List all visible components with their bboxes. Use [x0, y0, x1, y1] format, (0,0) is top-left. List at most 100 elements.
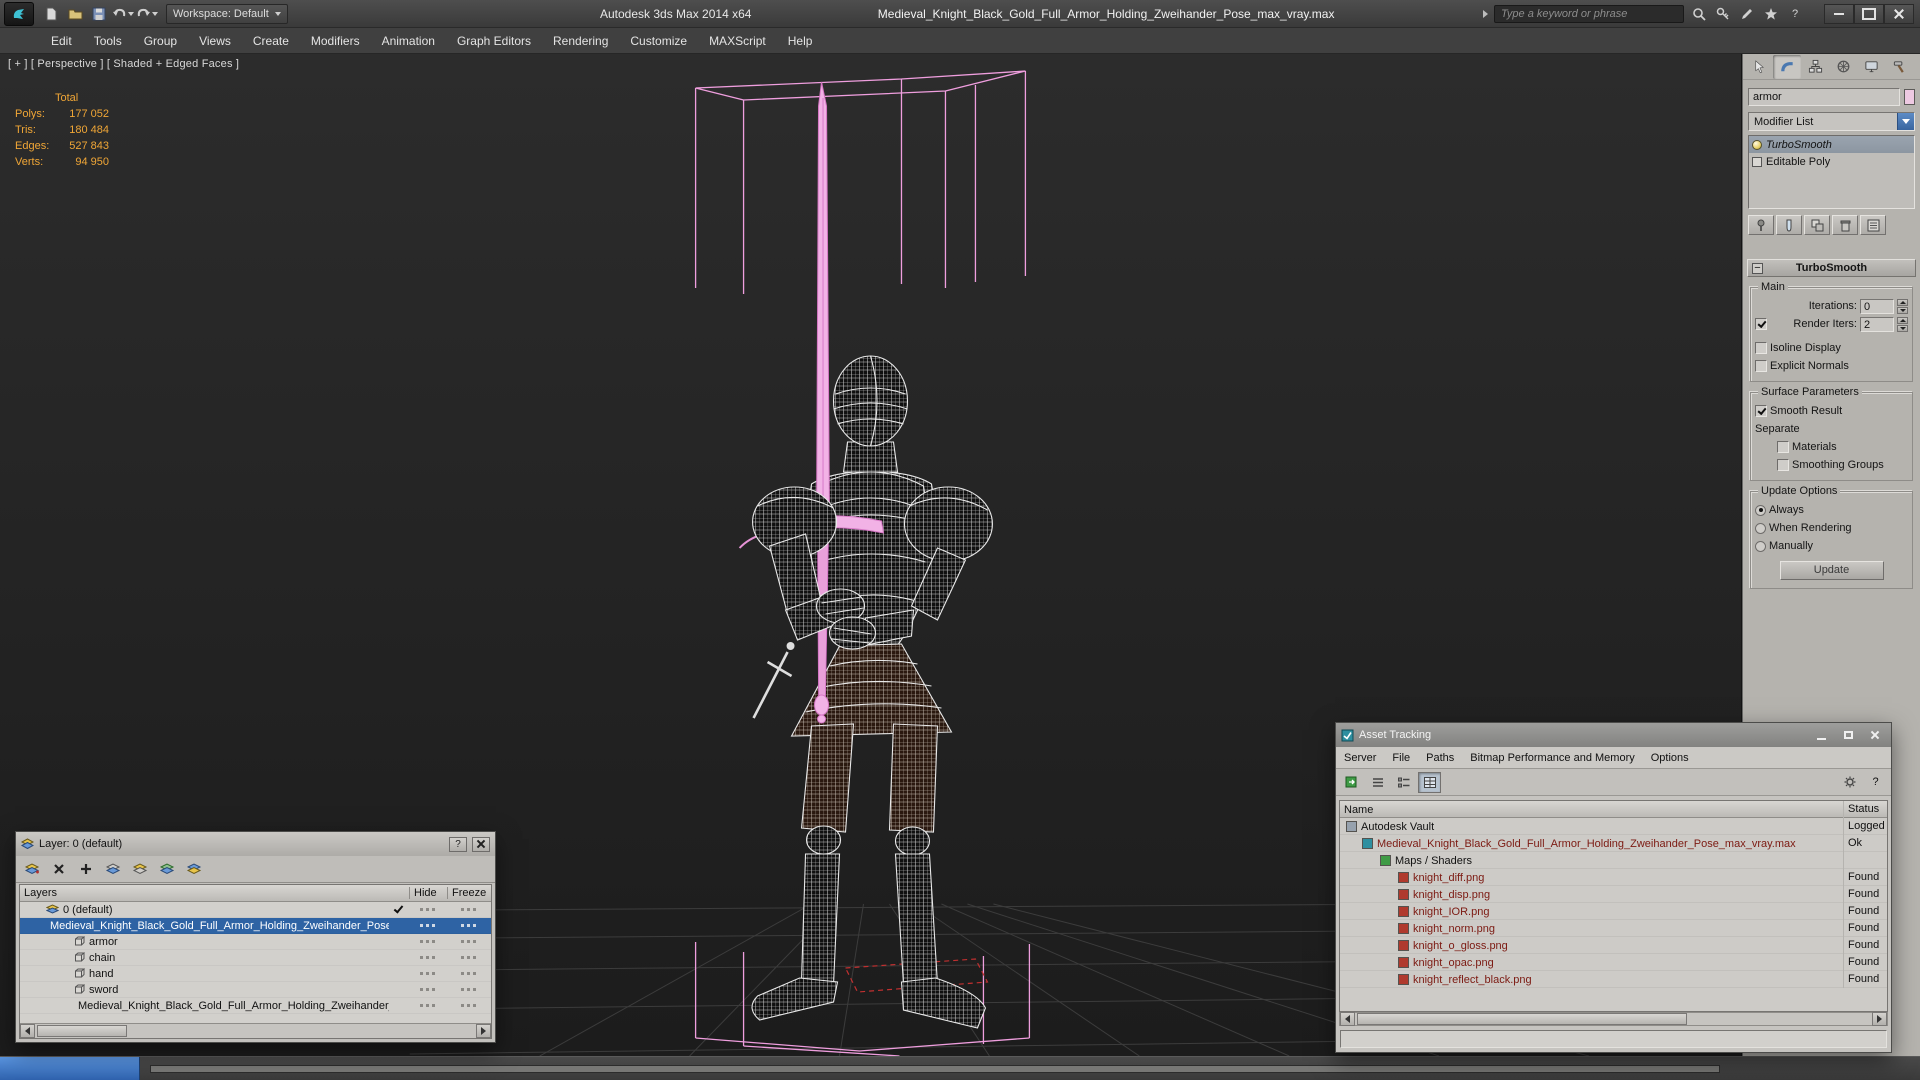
manually-radio[interactable]: [1755, 540, 1766, 552]
help-icon[interactable]: ?: [1786, 5, 1804, 23]
chevron-right-icon[interactable]: [1483, 10, 1488, 18]
search-input[interactable]: [1494, 5, 1684, 23]
search-icon[interactable]: [1690, 5, 1708, 23]
menu-help[interactable]: Help: [777, 28, 824, 54]
menu-group[interactable]: Group: [133, 28, 188, 54]
hide-toggle[interactable]: [420, 956, 436, 959]
open-file-icon[interactable]: [64, 4, 86, 24]
set-current-layer-icon[interactable]: [128, 859, 152, 880]
hide-toggle[interactable]: [420, 908, 436, 911]
details-view-icon[interactable]: [1392, 772, 1415, 793]
menu-create[interactable]: Create: [242, 28, 300, 54]
menu-options[interactable]: Options: [1643, 747, 1697, 769]
modifier-stack[interactable]: TurboSmooth Editable Poly: [1748, 135, 1915, 209]
always-radio[interactable]: [1755, 504, 1766, 516]
show-end-result-icon[interactable]: [1776, 215, 1802, 235]
list-view-icon[interactable]: [1366, 772, 1389, 793]
scroll-right-icon[interactable]: [1872, 1012, 1887, 1026]
asset-row-knight-o-gloss[interactable]: knight_o_gloss.png Found: [1340, 937, 1887, 954]
object-row-armor[interactable]: armor: [20, 934, 491, 950]
hide-toggle[interactable]: [420, 1004, 436, 1007]
menu-modifiers[interactable]: Modifiers: [300, 28, 371, 54]
help-button[interactable]: ?: [449, 836, 467, 852]
minimize-button[interactable]: [1810, 728, 1832, 743]
object-color-swatch[interactable]: [1904, 89, 1915, 105]
menu-views[interactable]: Views: [188, 28, 242, 54]
explicit-normals-checkbox[interactable]: [1755, 360, 1767, 372]
column-status[interactable]: Status: [1843, 801, 1887, 818]
close-button[interactable]: [1884, 4, 1914, 24]
update-button[interactable]: Update: [1779, 561, 1884, 580]
stack-item-turbosmooth[interactable]: TurboSmooth: [1749, 136, 1914, 153]
hide-toggle[interactable]: [420, 924, 436, 927]
spinner-up-icon[interactable]: [1897, 316, 1908, 324]
menu-graph-editors[interactable]: Graph Editors: [446, 28, 542, 54]
select-layer-objects-icon[interactable]: [101, 859, 125, 880]
tab-motion[interactable]: [1829, 55, 1857, 79]
menu-animation[interactable]: Animation: [371, 28, 446, 54]
current-layer-check-icon[interactable]: [393, 904, 405, 916]
add-selection-to-layer-icon[interactable]: [74, 859, 98, 880]
layer-row-knight[interactable]: Medieval_Knight_Black_Gold_Full_Armor_Ho…: [20, 918, 491, 934]
spinner-down-icon[interactable]: [1897, 324, 1908, 332]
delete-layer-icon[interactable]: [47, 859, 71, 880]
scrollbar-thumb[interactable]: [1357, 1013, 1687, 1025]
tab-display[interactable]: [1857, 55, 1885, 79]
scroll-left-icon[interactable]: [20, 1024, 35, 1038]
horizontal-scrollbar[interactable]: [20, 1023, 491, 1038]
redo-history-chevron-icon[interactable]: [152, 11, 158, 16]
freeze-toggle[interactable]: [461, 956, 477, 959]
hide-toggle[interactable]: [420, 988, 436, 991]
freeze-toggle[interactable]: [461, 988, 477, 991]
render-iters-value[interactable]: 2: [1860, 316, 1894, 332]
star-icon[interactable]: [1762, 5, 1780, 23]
make-unique-icon[interactable]: [1804, 215, 1830, 235]
undo-icon[interactable]: [112, 4, 134, 24]
close-button[interactable]: [1864, 728, 1886, 743]
freeze-toggle[interactable]: [461, 924, 477, 927]
tab-create[interactable]: [1745, 55, 1773, 79]
track-bar[interactable]: [150, 1065, 1720, 1073]
tab-utilities[interactable]: [1885, 55, 1913, 79]
column-name[interactable]: Name: [1340, 804, 1843, 816]
object-row-sword[interactable]: sword: [20, 982, 491, 998]
menu-tools[interactable]: Tools: [83, 28, 133, 54]
redo-icon[interactable]: [136, 4, 158, 24]
object-row-knight-mesh[interactable]: Medieval_Knight_Black_Gold_Full_Armor_Ho…: [20, 998, 491, 1014]
time-slider-segment[interactable]: [0, 1057, 140, 1080]
object-row-chain[interactable]: chain: [20, 950, 491, 966]
freeze-toggle[interactable]: [461, 1004, 477, 1007]
isoline-display-checkbox[interactable]: [1755, 342, 1767, 354]
refresh-tree-icon[interactable]: [1340, 772, 1363, 793]
spinner-down-icon[interactable]: [1897, 306, 1908, 314]
new-scene-icon[interactable]: [40, 4, 62, 24]
undo-history-chevron-icon[interactable]: [128, 11, 134, 16]
scroll-right-icon[interactable]: [476, 1024, 491, 1038]
configure-modifier-sets-icon[interactable]: [1860, 215, 1886, 235]
object-name-input[interactable]: [1748, 88, 1900, 106]
asset-row-knight-opac[interactable]: knight_opac.png Found: [1340, 954, 1887, 971]
spinner-up-icon[interactable]: [1897, 298, 1908, 306]
menu-maxscript[interactable]: MAXScript: [698, 28, 777, 54]
modifier-enabled-bulb-icon[interactable]: [1752, 139, 1762, 150]
pin-stack-icon[interactable]: [1748, 215, 1774, 235]
asset-row-maps-shaders[interactable]: Maps / Shaders: [1340, 852, 1887, 869]
asset-row-knight-reflect-black[interactable]: knight_reflect_black.png Found: [1340, 971, 1887, 988]
when-rendering-radio[interactable]: [1755, 522, 1766, 534]
smoothing-groups-checkbox[interactable]: [1777, 459, 1789, 471]
hide-toggle[interactable]: [420, 940, 436, 943]
settings-icon[interactable]: [1838, 772, 1861, 793]
menu-customize[interactable]: Customize: [619, 28, 698, 54]
menu-rendering[interactable]: Rendering: [542, 28, 619, 54]
maximize-button[interactable]: [1837, 728, 1859, 743]
asset-table-header[interactable]: Name Status: [1340, 801, 1887, 818]
hide-freeze-layer-icon[interactable]: [182, 859, 206, 880]
pencil-icon[interactable]: [1738, 5, 1756, 23]
asset-row-knight-norm[interactable]: knight_norm.png Found: [1340, 920, 1887, 937]
asset-row-knight-disp[interactable]: knight_disp.png Found: [1340, 886, 1887, 903]
minimize-button[interactable]: [1824, 4, 1854, 24]
freeze-toggle[interactable]: [461, 940, 477, 943]
modifier-list-dropdown[interactable]: Modifier List: [1748, 112, 1915, 131]
create-new-layer-icon[interactable]: [20, 859, 44, 880]
tab-hierarchy[interactable]: [1801, 55, 1829, 79]
